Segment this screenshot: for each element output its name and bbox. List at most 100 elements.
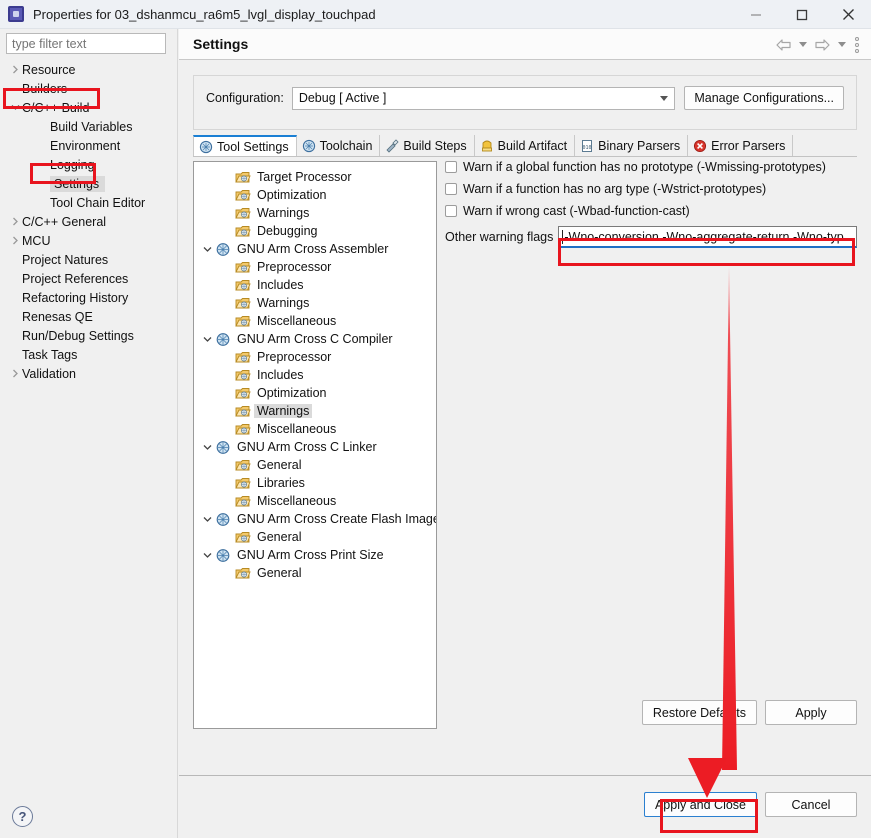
sidebar-item-tool-chain-editor[interactable]: Tool Chain Editor — [0, 193, 177, 212]
tool-tree-item-target-processor[interactable]: Target Processor — [194, 168, 436, 186]
cancel-button[interactable]: Cancel — [765, 792, 857, 817]
left-navigation-column: Resource Builders C/C++ Build Build Variabl… — [0, 29, 178, 838]
title-bar: Properties for 03_dshanmcu_ra6m5_lvgl_di… — [0, 0, 871, 29]
tool-tree-pane[interactable]: Target Processor Optimization Warnings Debu… — [193, 161, 437, 729]
page-icon — [235, 206, 251, 221]
tool-tree-item-warnings[interactable]: Warnings — [194, 402, 436, 420]
tool-icon — [215, 332, 231, 347]
sidebar-item-task-tags[interactable]: Task Tags — [0, 345, 177, 364]
chevron-right-icon[interactable] — [8, 369, 22, 378]
maximize-icon[interactable] — [779, 0, 825, 29]
tool-tree-item-miscellaneous[interactable]: Miscellaneous — [194, 312, 436, 330]
forward-arrow-icon[interactable] — [812, 38, 833, 52]
tool-tree-item-includes[interactable]: Includes — [194, 366, 436, 384]
other-warning-flags-field[interactable]: -Wno-conversion -Wno-aggregate-return -W… — [558, 226, 857, 248]
checkbox-icon[interactable] — [445, 182, 457, 195]
tool-tree-item-miscellaneous[interactable]: Miscellaneous — [194, 420, 436, 438]
view-menu-icon[interactable] — [851, 36, 863, 53]
apply-and-close-button[interactable]: Apply and Close — [643, 792, 757, 817]
tool-tree-item-gnu-arm-cross-print-size[interactable]: GNU Arm Cross Print Size — [194, 546, 436, 564]
tool-tree-item-gnu-arm-cross-c-linker[interactable]: GNU Arm Cross C Linker — [194, 438, 436, 456]
checkbox-icon[interactable] — [445, 160, 457, 173]
tool-tree[interactable]: Target Processor Optimization Warnings Debu… — [194, 162, 436, 582]
dialog-body: Resource Builders C/C++ Build Build Variabl… — [0, 29, 871, 838]
checkbox-icon[interactable] — [445, 204, 457, 217]
apply-button[interactable]: Apply — [765, 700, 857, 725]
tool-tree-item-warnings[interactable]: Warnings — [194, 204, 436, 222]
sidebar-item-c-c-build[interactable]: C/C++ Build — [0, 98, 177, 117]
tool-tree-item-libraries[interactable]: Libraries — [194, 474, 436, 492]
settings-nav-tree[interactable]: Resource Builders C/C++ Build Build Variabl… — [0, 60, 177, 794]
tool-tree-item-optimization[interactable]: Optimization — [194, 384, 436, 402]
sidebar-item-refactoring-history[interactable]: Refactoring History — [0, 288, 177, 307]
restore-defaults-button[interactable]: Restore Defaults — [641, 700, 757, 725]
tool-tree-item-general[interactable]: General — [194, 564, 436, 582]
help-icon[interactable]: ? — [12, 806, 33, 827]
sidebar-item-logging[interactable]: Logging — [0, 155, 177, 174]
sidebar-item-c-c-general[interactable]: C/C++ General — [0, 212, 177, 231]
tool-tree-item-gnu-arm-cross-c-compiler[interactable]: GNU Arm Cross C Compiler — [194, 330, 436, 348]
tool-tree-item-preprocessor[interactable]: Preprocessor — [194, 348, 436, 366]
forward-dropdown-icon[interactable] — [838, 42, 846, 47]
warning-checkbox-row[interactable]: Warn if a function has no arg type (-Wst… — [445, 179, 857, 198]
tool-tree-item-gnu-arm-cross-assembler[interactable]: GNU Arm Cross Assembler — [194, 240, 436, 258]
sidebar-item-build-variables[interactable]: Build Variables — [0, 117, 177, 136]
minimize-icon[interactable] — [733, 0, 779, 29]
chevron-down-icon[interactable] — [200, 551, 215, 560]
tool-tree-item-debugging[interactable]: Debugging — [194, 222, 436, 240]
warning-checkbox-row[interactable]: Warn if a global function has no prototy… — [445, 157, 857, 176]
sidebar-item-renesas-qe[interactable]: Renesas QE — [0, 307, 177, 326]
sidebar-item-project-natures[interactable]: Project Natures — [0, 250, 177, 269]
tool-tree-item-gnu-arm-cross-create-flash-image[interactable]: GNU Arm Cross Create Flash Image — [194, 510, 436, 528]
configuration-dropdown[interactable]: Debug [ Active ] — [291, 86, 676, 110]
chevron-down-icon[interactable] — [200, 515, 215, 524]
chevron-down-icon[interactable] — [200, 335, 215, 344]
sidebar-item-mcu[interactable]: MCU — [0, 231, 177, 250]
chevron-right-icon[interactable] — [8, 65, 22, 74]
chevron-right-icon[interactable] — [8, 236, 22, 245]
tab-binary-parsers[interactable]: 010 Binary Parsers — [575, 135, 689, 156]
tool-tree-item-miscellaneous[interactable]: Miscellaneous — [194, 492, 436, 510]
tool-tree-item-includes[interactable]: Includes — [194, 276, 436, 294]
tool-tree-item-label: Warnings — [257, 206, 310, 220]
sidebar-item-project-references[interactable]: Project References — [0, 269, 177, 288]
sidebar-item-resource[interactable]: Resource — [0, 60, 177, 79]
tool-tree-item-label: Includes — [257, 368, 304, 382]
tool-tree-item-label: General — [257, 566, 302, 580]
close-icon[interactable] — [825, 0, 871, 29]
back-dropdown-icon[interactable] — [799, 42, 807, 47]
tab-build-artifact[interactable]: Build Artifact — [475, 135, 576, 156]
tool-tree-item-preprocessor[interactable]: Preprocessor — [194, 258, 436, 276]
tool-tree-item-optimization[interactable]: Optimization — [194, 186, 436, 204]
other-warning-flags-label: Other warning flags — [445, 230, 554, 244]
tab-build-steps[interactable]: Build Steps — [380, 135, 475, 156]
other-warning-flags-row: Other warning flags -Wno-conversion -Wno… — [445, 226, 857, 248]
sidebar-item-environment[interactable]: Environment — [0, 136, 177, 155]
chevron-right-icon[interactable] — [8, 217, 22, 226]
back-arrow-icon[interactable] — [773, 38, 794, 52]
sidebar-item-label: Environment — [50, 138, 121, 153]
sidebar-item-label: Renesas QE — [22, 309, 93, 324]
manage-configurations-button[interactable]: Manage Configurations... — [684, 86, 844, 110]
tool-settings-panes: Target Processor Optimization Warnings Debu… — [193, 157, 857, 729]
tab-error-parsers[interactable]: Error Parsers — [688, 135, 794, 156]
tool-tree-item-warnings[interactable]: Warnings — [194, 294, 436, 312]
chevron-down-icon[interactable] — [200, 443, 215, 452]
tab-label: Error Parsers — [711, 138, 786, 153]
page-icon — [235, 386, 251, 401]
sidebar-item-run-debug-settings[interactable]: Run/Debug Settings — [0, 326, 177, 345]
tool-tree-item-general[interactable]: General — [194, 456, 436, 474]
chevron-down-icon[interactable] — [200, 245, 215, 254]
warning-checkbox-row[interactable]: Warn if wrong cast (-Wbad-function-cast) — [445, 201, 857, 220]
chevron-down-icon[interactable] — [8, 103, 22, 112]
window-controls — [733, 0, 871, 29]
settings-tabstrip[interactable]: Tool Settings Toolchain Build Steps Build A… — [193, 135, 857, 157]
tab-tool-settings[interactable]: Tool Settings — [193, 135, 297, 156]
sidebar-item-builders[interactable]: Builders — [0, 79, 177, 98]
tab-toolchain[interactable]: Toolchain — [297, 135, 381, 156]
page-icon — [235, 170, 251, 185]
filter-input[interactable] — [6, 33, 166, 54]
sidebar-item-validation[interactable]: Validation — [0, 364, 177, 383]
sidebar-item-settings[interactable]: Settings — [0, 174, 177, 193]
tool-tree-item-general[interactable]: General — [194, 528, 436, 546]
